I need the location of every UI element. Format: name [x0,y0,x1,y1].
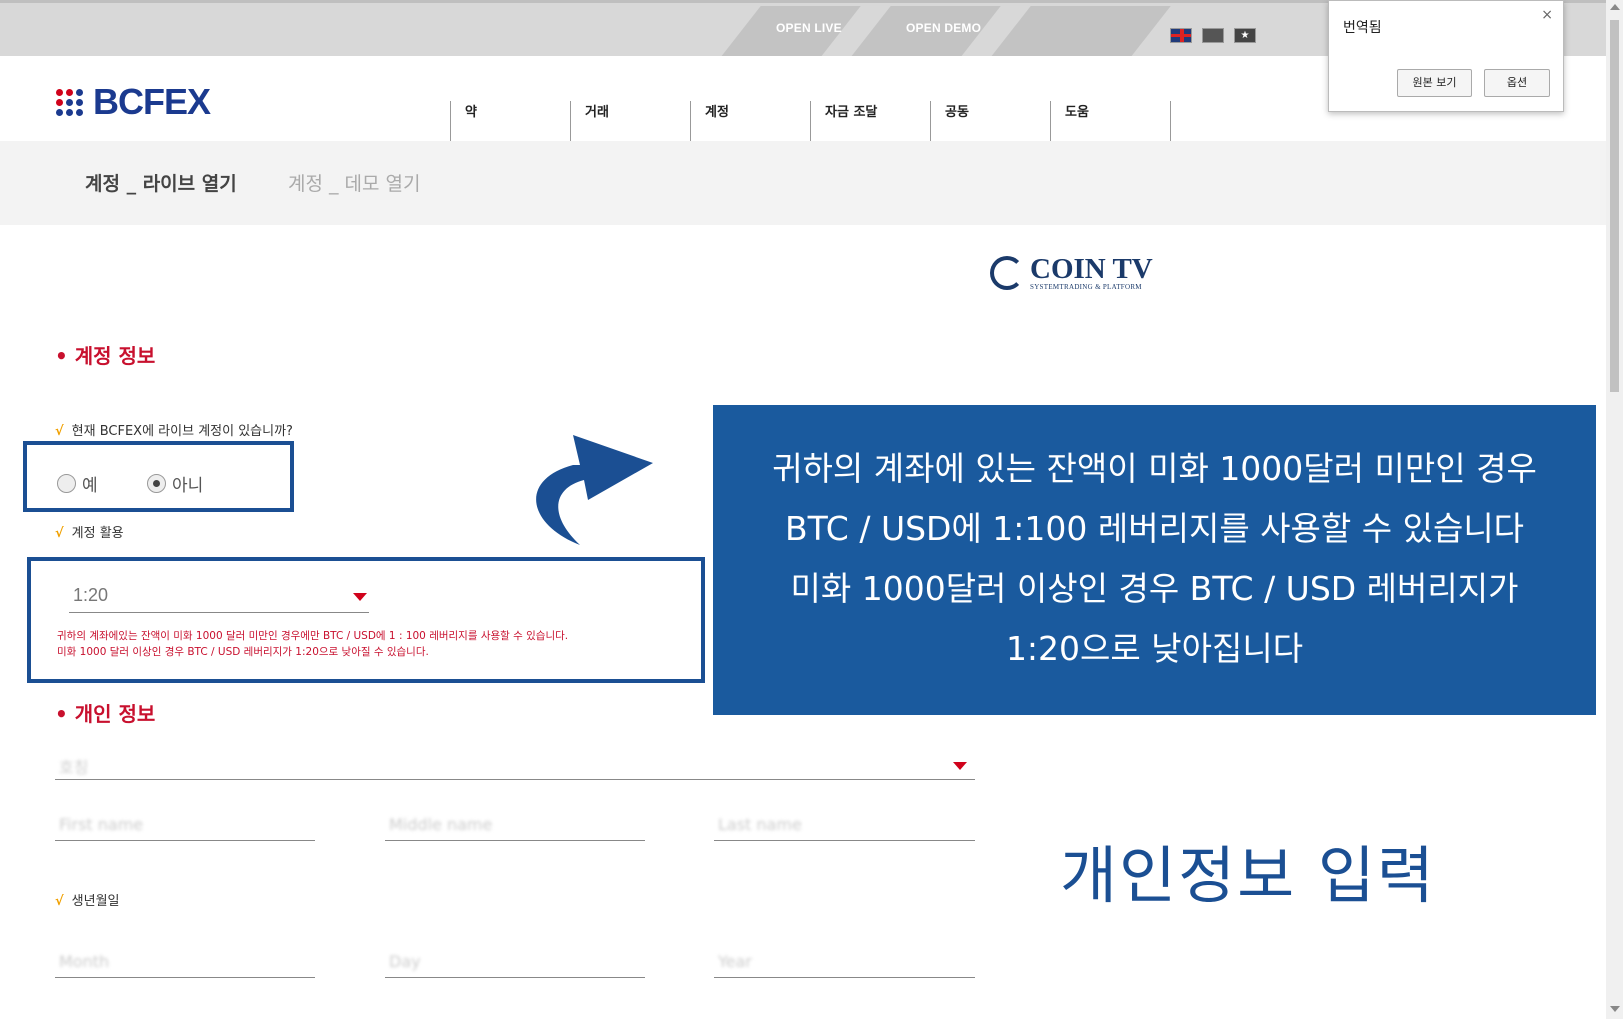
dob-label-text: 생년월일 [71,894,120,909]
birth-month-input[interactable]: Month [55,950,315,978]
nav-item-trading[interactable]: 거래 [570,101,690,141]
nav-item-partners[interactable]: 공동 [930,101,1050,141]
china-flag-icon[interactable] [1202,28,1224,43]
leverage-label-text: 계정 활용 [71,526,124,541]
middle-name-input[interactable]: Middle name [385,813,645,841]
personal-info-annotation: 개인정보 입력 [1060,839,1436,912]
page: { "topbar": { "open_live": "OPEN LIVE", … [0,0,1623,1019]
vietnam-flag-icon[interactable]: ★ [1234,28,1256,43]
account-tabs: 계정 _ 라이브 열기 계정 _ 데모 열기 [0,141,1606,225]
checkmark-icon: √ [55,526,64,541]
leverage-note-line-1: 귀하의 계좌에있는 잔액이 미화 1000 달러 미만인 경우에만 BTC / … [57,630,569,642]
dropdown-caret-icon[interactable] [353,593,367,601]
translate-popup-title: 번역됨 [1343,20,1382,36]
year-placeholder: Year [718,952,752,971]
tab-open-demo[interactable]: 계정 _ 데모 열기 [288,169,421,196]
leverage-select-value: 1:20 [73,585,109,605]
bcfex-logo[interactable]: BCFEX [56,81,211,123]
leverage-label: √ 계정 활용 [55,522,124,541]
first-name-input[interactable]: First name [55,813,315,841]
dob-label: √ 생년월일 [55,890,120,909]
callout-line-3: 미화 1000달러 이상인 경우 BTC / USD 레버리지가 [790,569,1519,608]
leverage-note: 귀하의 계좌에있는 잔액이 미화 1000 달러 미만인 경우에만 BTC / … [57,628,568,660]
radio-yes[interactable]: 예 [57,471,98,496]
radio-yes-circle[interactable] [57,474,76,493]
account-info-heading: • 계정 정보 [55,344,156,368]
nav-item-account[interactable]: 계정 [690,101,810,141]
leverage-highlight-box: 1:20 귀하의 계좌에있는 잔액이 미화 1000 달러 미만인 경우에만 B… [27,557,705,683]
live-account-question: √ 현재 BCFEX에 라이브 계정이 있습니까? [55,420,293,439]
scroll-thumb[interactable] [1610,20,1619,392]
main-nav: 약 거래 계정 자금 조달 공동 도움 [450,101,1171,141]
cointv-title: COIN TV [1030,253,1153,285]
callout-line-1: 귀하의 계좌에 있는 잔액이 미화 1000달러 미만인 경우 [772,449,1537,488]
title-select[interactable]: 호칭 [55,752,975,780]
last-name-input[interactable]: Last name [714,813,975,841]
nav-item-help[interactable]: 도움 [1050,101,1170,141]
page-scrollbar[interactable] [1606,0,1623,1019]
close-icon[interactable]: × [1541,7,1553,23]
checkmark-icon: √ [55,894,64,909]
open-demo-link[interactable]: OPEN DEMO [906,21,981,35]
callout-line-2: BTC / USD에 1:100 레버리지를 사용할 수 있습니다 [784,509,1525,548]
tab-open-live[interactable]: 계정 _ 라이브 열기 [85,169,237,196]
birth-day-input[interactable]: Day [385,950,645,978]
callout-line-4: 1:20으로 낮아집니다 [1005,629,1304,668]
birth-year-input[interactable]: Year [714,950,975,978]
nav-item-about[interactable]: 약 [450,101,570,141]
logo-text: BCFEX [93,81,211,122]
open-live-link[interactable]: OPEN LIVE [776,21,842,35]
nav-item-funding[interactable]: 자금 조달 [810,101,930,141]
leverage-note-line-2: 미화 1000 달러 이상인 경우 BTC / USD 레버리지가 1:20으로… [57,646,429,658]
cointv-logo: COIN TV SYSTEMTRADING & PLATFORM [990,255,1153,291]
radio-no-circle[interactable] [147,474,166,493]
first-name-placeholder: First name [59,815,144,834]
logo-dots-icon [56,88,83,116]
middle-name-placeholder: Middle name [389,815,493,834]
cointv-subtitle: SYSTEMTRADING & PLATFORM [1030,283,1142,291]
leverage-callout: 귀하의 계좌에 있는 잔액이 미화 1000달러 미만인 경우 BTC / US… [713,405,1596,715]
last-name-placeholder: Last name [718,815,802,834]
dropdown-caret-icon[interactable] [953,762,967,770]
translate-popup: 번역됨 × 원본 보기 옵션 [1328,0,1564,112]
leverage-select[interactable]: 1:20 [69,581,369,613]
top-bar-strip [989,6,1171,59]
radio-highlight-box: 예 아니 [23,441,294,512]
title-select-placeholder: 호칭 [59,758,89,777]
scroll-up-icon[interactable] [1610,4,1620,10]
checkmark-icon: √ [55,424,64,439]
scroll-down-icon[interactable] [1610,1006,1620,1012]
live-account-question-text: 현재 BCFEX에 라이브 계정이 있습니까? [71,424,293,439]
translate-options-button[interactable]: 옵션 [1484,69,1550,97]
radio-yes-label: 예 [82,476,98,496]
cointv-emblem-icon [990,256,1024,290]
day-placeholder: Day [389,952,421,971]
radio-no[interactable]: 아니 [147,471,203,496]
curved-arrow-icon [536,435,653,545]
uk-flag-icon[interactable] [1170,28,1192,43]
personal-info-heading: • 개인 정보 [55,702,156,726]
show-original-button[interactable]: 원본 보기 [1397,69,1472,97]
month-placeholder: Month [59,952,110,971]
nav-divider [1170,101,1171,141]
radio-no-label: 아니 [172,476,204,496]
